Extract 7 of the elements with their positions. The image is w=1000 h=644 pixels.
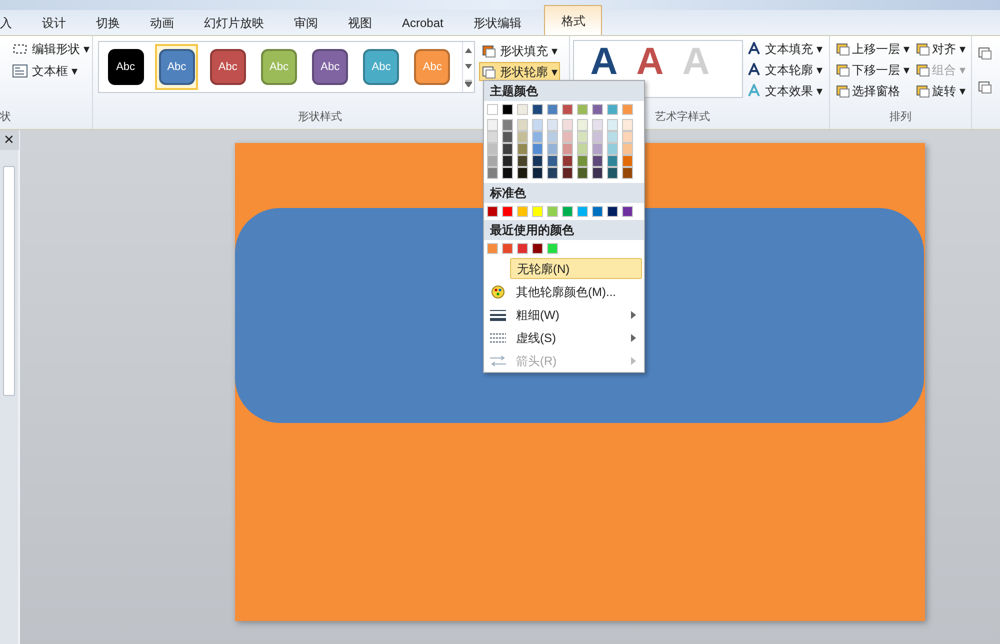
menu-heading: 标准色 xyxy=(484,183,644,203)
group-label: 形状样式 xyxy=(298,110,342,124)
group-label: 艺术字样式 xyxy=(655,110,710,124)
menu-heading: 主题颜色 xyxy=(484,81,644,101)
group-label: 排列 xyxy=(888,110,912,124)
menu-heading: 最近使用的颜色 xyxy=(484,220,644,240)
group-label: 状 xyxy=(0,110,12,124)
